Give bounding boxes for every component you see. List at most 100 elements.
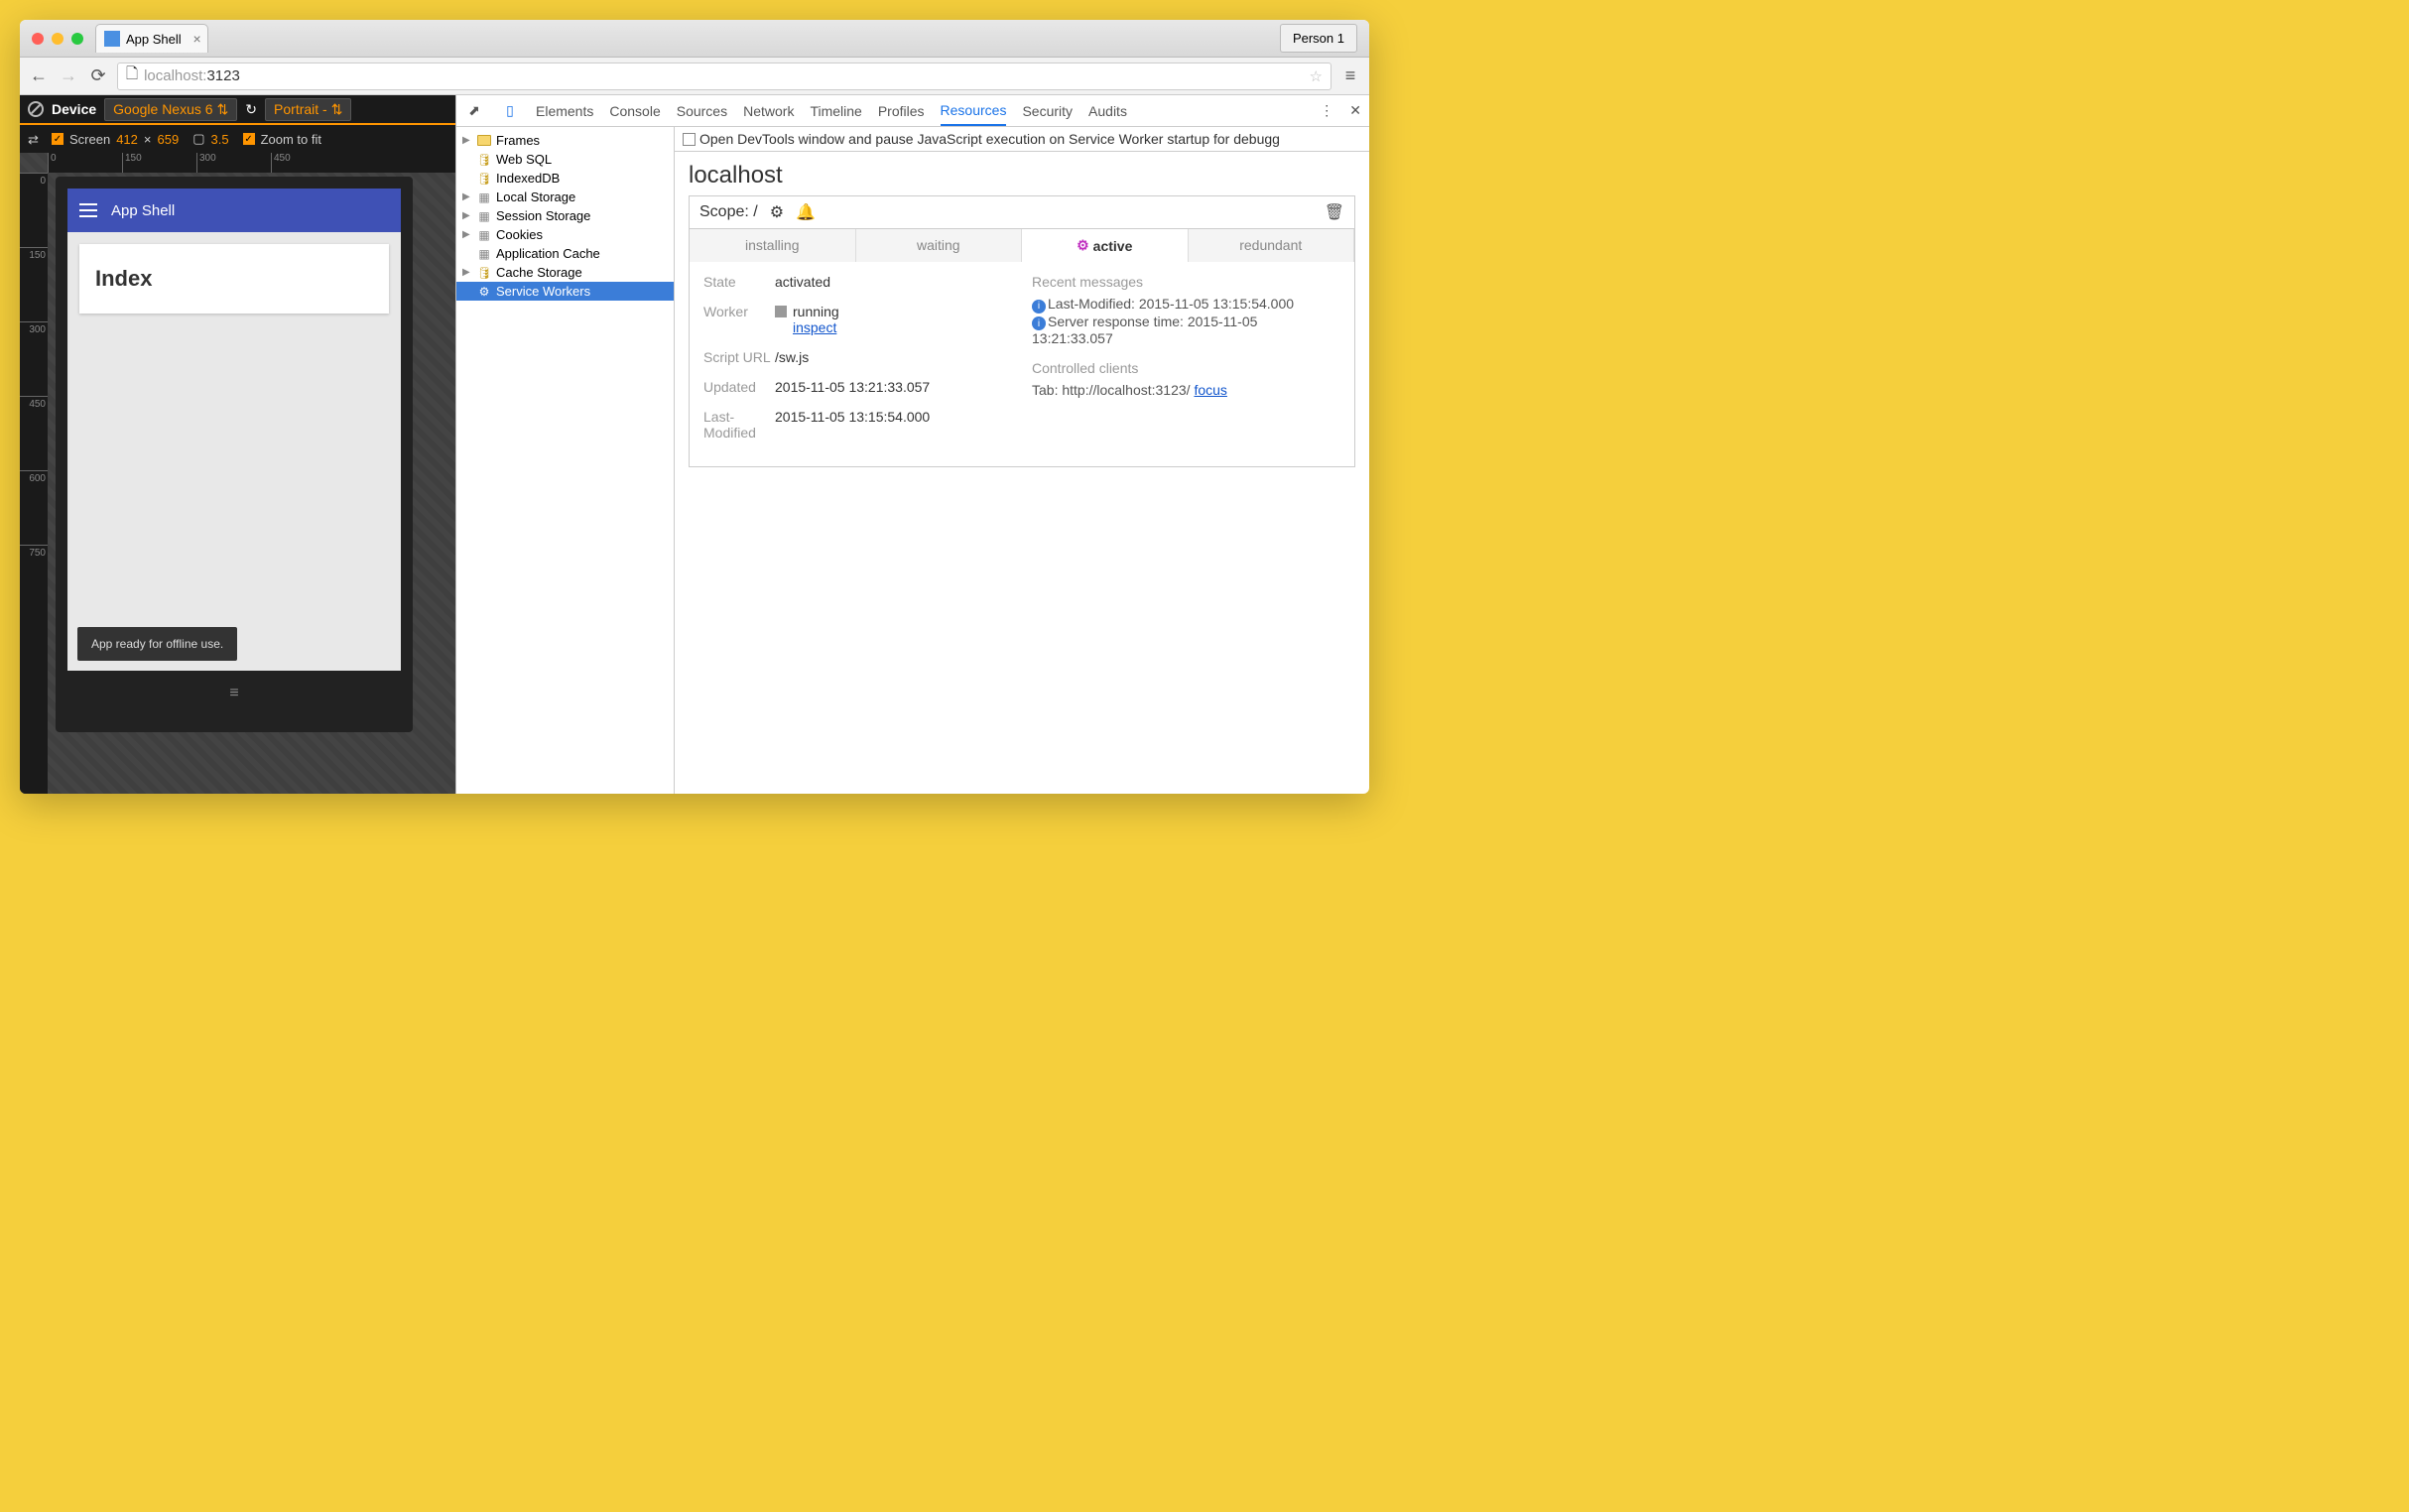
tree-item-label: IndexedDB: [496, 171, 560, 186]
minimize-window-icon[interactable]: [52, 33, 63, 45]
device-toolbar-row2: ⇄ ✓ Screen 412 × 659 ▢ 3.5 ✓ Zoom to fit: [20, 125, 455, 153]
sw-tab-active[interactable]: ⚙︎active: [1022, 229, 1189, 262]
scope-bell-icon[interactable]: 🔔: [796, 202, 816, 222]
hamburger-menu-icon[interactable]: [79, 209, 97, 211]
state-label: State: [703, 274, 775, 290]
pause-on-sw-checkbox[interactable]: [683, 133, 696, 146]
zoom-checkbox[interactable]: ✓: [243, 133, 255, 145]
worker-inspect-link[interactable]: inspect: [793, 319, 836, 335]
tree-item-application-cache[interactable]: ▦ Application Cache: [456, 244, 674, 263]
sw-tab-waiting[interactable]: waiting: [856, 229, 1023, 262]
network-throttle-icon[interactable]: ⇄: [28, 132, 46, 146]
screen-checkbox[interactable]: ✓: [52, 133, 63, 145]
tab-audits[interactable]: Audits: [1088, 103, 1127, 119]
url-toolbar: ← → ⟳ 🗋 localhost:3123 ☆ ≡: [20, 58, 1369, 95]
browser-window: App Shell × Person 1 ← → ⟳ 🗋 localhost:3…: [20, 20, 1369, 794]
tree-item-frames[interactable]: ▶Frames: [456, 131, 674, 150]
script-url-value: /sw.js: [775, 349, 1012, 365]
tree-arrow-icon: ▶: [462, 210, 472, 221]
zoom-label: Zoom to fit: [261, 132, 321, 147]
disable-emulation-icon[interactable]: [28, 101, 44, 117]
tree-item-session-storage[interactable]: ▶▦Session Storage: [456, 206, 674, 225]
database-icon: 🛢: [476, 172, 492, 186]
gear-icon: ⚙︎: [476, 285, 492, 299]
tab-elements[interactable]: Elements: [536, 103, 593, 119]
tree-item-service-workers[interactable]: ⚙︎Service Workers: [456, 282, 674, 301]
address-bar[interactable]: 🗋 localhost:3123 ☆: [117, 63, 1331, 90]
screen-height[interactable]: 659: [158, 132, 180, 147]
tree-item-label: Cache Storage: [496, 265, 582, 280]
resources-tree: ▶Frames🛢Web SQL🛢IndexedDB▶▦Local Storage…: [456, 127, 675, 794]
scope-bar: Scope: / ⚙︎ 🔔 🗑: [690, 196, 1354, 229]
tab-sources[interactable]: Sources: [677, 103, 727, 119]
toggle-device-mode-icon[interactable]: ▯: [500, 102, 520, 119]
sw-startup-bar: Open DevTools window and pause JavaScrip…: [675, 127, 1369, 152]
tree-item-local-storage[interactable]: ▶▦Local Storage: [456, 188, 674, 206]
scope-delete-icon[interactable]: 🗑: [1325, 202, 1344, 222]
scope-label: Scope: /: [699, 203, 758, 221]
worker-stop-icon[interactable]: [775, 306, 787, 317]
device-refresh-icon[interactable]: ↻: [245, 101, 257, 118]
infobar-text: Open DevTools window and pause JavaScrip…: [699, 131, 1280, 147]
info-icon: i: [1032, 300, 1046, 314]
device-toolbar-row1: Device Google Nexus 6 ⇅ ↻ Portrait - ⇅: [20, 95, 455, 125]
tab-timeline[interactable]: Timeline: [810, 103, 861, 119]
gear-icon: ⚙︎: [1077, 237, 1089, 254]
tab-resources[interactable]: Resources: [941, 102, 1007, 126]
back-button[interactable]: ←: [28, 65, 50, 86]
tree-arrow-icon: ▶: [462, 191, 472, 202]
sw-tab-installing[interactable]: installing: [690, 229, 856, 262]
database-icon: 🛢: [476, 153, 492, 167]
last-modified-value: 2015-11-05 13:15:54.000: [775, 409, 1012, 441]
sw-tab-redundant[interactable]: redundant: [1189, 229, 1355, 262]
tab-close-icon[interactable]: ×: [192, 31, 200, 47]
tree-item-label: Application Cache: [496, 246, 600, 261]
tree-arrow-icon: ▶: [462, 229, 472, 240]
tree-item-label: Frames: [496, 133, 540, 148]
inspect-element-icon[interactable]: ⬈: [464, 102, 484, 119]
tab-security[interactable]: Security: [1022, 103, 1073, 119]
devtools-more-icon[interactable]: ⋮: [1320, 102, 1333, 119]
devtools-close-icon[interactable]: ✕: [1349, 102, 1361, 119]
device-select[interactable]: Google Nexus 6 ⇅: [104, 98, 237, 121]
dpr-value[interactable]: 3.5: [211, 132, 229, 147]
tree-item-indexeddb[interactable]: 🛢 IndexedDB: [456, 169, 674, 188]
browser-menu-icon[interactable]: ≡: [1339, 65, 1361, 86]
state-value: activated: [775, 274, 1012, 290]
tree-item-web-sql[interactable]: 🛢Web SQL: [456, 150, 674, 169]
resource-detail: Open DevTools window and pause JavaScrip…: [675, 127, 1369, 794]
tab-profiles[interactable]: Profiles: [878, 103, 925, 119]
device-screen[interactable]: App Shell Index App ready for offline us…: [67, 189, 401, 671]
orientation-select[interactable]: Portrait - ⇅: [265, 98, 351, 121]
devtools-body: ▶Frames🛢Web SQL🛢IndexedDB▶▦Local Storage…: [456, 127, 1369, 794]
client-focus-link[interactable]: focus: [1194, 382, 1226, 398]
device-mode-panel: Device Google Nexus 6 ⇅ ↻ Portrait - ⇅ ⇄…: [20, 95, 456, 794]
sw-right-col: Recent messages iLast-Modified: 2015-11-…: [1032, 274, 1340, 454]
tree-item-cookies[interactable]: ▶▦Cookies: [456, 225, 674, 244]
tree-item-label: Session Storage: [496, 208, 590, 223]
sw-state-tabs: installing waiting ⚙︎active redundant: [690, 229, 1354, 262]
browser-tab[interactable]: App Shell ×: [95, 24, 208, 53]
screen-label: Screen: [69, 132, 110, 147]
controlled-clients-hdr: Controlled clients: [1032, 360, 1340, 376]
bookmark-star-icon[interactable]: ☆: [1310, 67, 1323, 85]
tree-item-cache-storage[interactable]: ▶🛢Cache Storage: [456, 263, 674, 282]
scope-gear-icon[interactable]: ⚙︎: [770, 202, 784, 222]
close-window-icon[interactable]: [32, 33, 44, 45]
screen-x: ×: [144, 132, 152, 147]
ruler-horizontal: 0150300450: [48, 153, 455, 173]
maximize-window-icon[interactable]: [71, 33, 83, 45]
window-titlebar: App Shell × Person 1: [20, 20, 1369, 58]
tab-console[interactable]: Console: [609, 103, 660, 119]
profile-button[interactable]: Person 1: [1280, 24, 1357, 53]
storage-icon: ▦: [476, 247, 492, 261]
scope-box: Scope: / ⚙︎ 🔔 🗑 installing waiting ⚙︎act…: [689, 195, 1355, 467]
screen-width[interactable]: 412: [116, 132, 138, 147]
reload-button[interactable]: ⟳: [87, 65, 109, 86]
updated-label: Updated: [703, 379, 775, 395]
dpr-icon: ▢: [192, 131, 204, 147]
tab-network[interactable]: Network: [743, 103, 794, 119]
tab-title: App Shell: [126, 32, 182, 47]
worker-label: Worker: [703, 304, 775, 335]
forward-button[interactable]: →: [58, 65, 79, 86]
